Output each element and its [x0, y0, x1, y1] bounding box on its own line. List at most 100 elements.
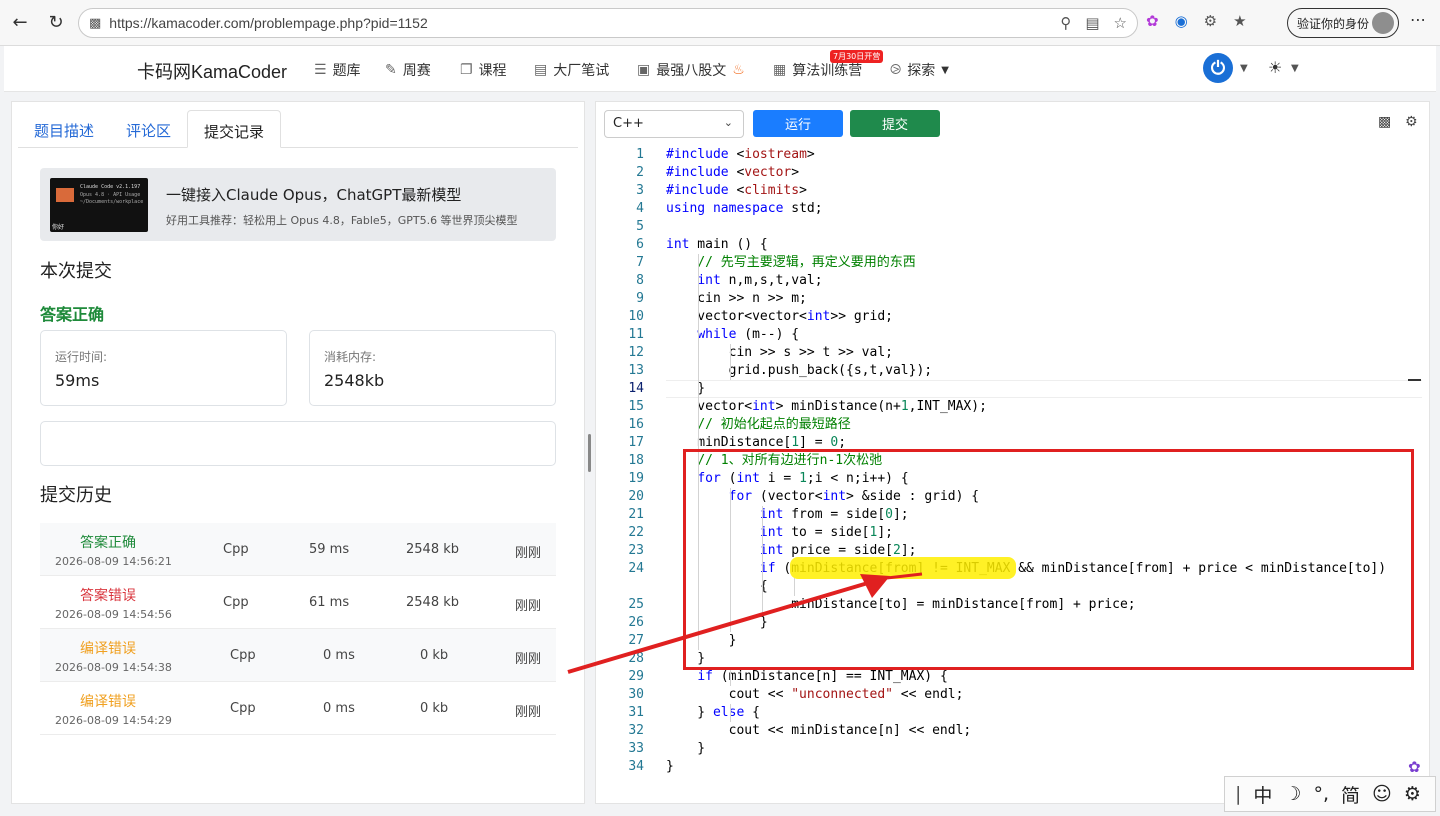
history-runtime: 59 ms	[309, 542, 350, 557]
history-status: 编译错误	[80, 694, 136, 710]
code-text: cin >> s >> t >> val;	[666, 345, 893, 360]
site-header: 卡码网KamaCoder ☰ 题库 ✎ 周赛 ❐ 课程 ▤ 大厂笔试 ▣ 最强八股文 ♨ ▦…	[4, 46, 1436, 92]
nav-courses[interactable]: ❐ 课程	[460, 60, 507, 80]
back-icon[interactable]: ←	[4, 7, 36, 39]
gear-icon[interactable]: ⚙	[1405, 114, 1418, 130]
history-row[interactable]: 编译错误 2026-08-09 14:54:38 Cpp 0 ms 0 kb 刚…	[40, 629, 556, 682]
line-number: 17	[628, 435, 644, 450]
nav-explore[interactable]: ⧁ 探索 ▼	[890, 60, 949, 80]
history-lang: Cpp	[223, 595, 249, 610]
code-text: #include <vector>	[666, 165, 800, 180]
copilot-icon[interactable]: ✿	[1146, 12, 1159, 30]
line-number: 31	[628, 705, 644, 720]
code-text: }	[666, 741, 706, 756]
code-format-icon[interactable]: ▩	[1378, 114, 1391, 130]
ime-moon-icon[interactable]: ☽	[1284, 783, 1301, 805]
thumb-text: Opus 4.8 · API Usage	[80, 192, 141, 198]
history-memory: 2548 kb	[406, 542, 459, 557]
favorite-star-icon[interactable]: ☆	[1114, 14, 1127, 32]
history-time: 2026-08-09 14:56:21	[55, 555, 172, 568]
extension-blue-icon[interactable]: ◉	[1175, 12, 1188, 30]
reader-mode-icon[interactable]: ▤	[1085, 14, 1099, 32]
language-select[interactable]: C++ ⌄	[604, 110, 744, 138]
ad-subtitle: 好用工具推荐：轻松用上 Opus 4.8，Fable5，GPT5.6 等世界顶尖…	[166, 214, 518, 227]
nav-interviews[interactable]: ▤ 大厂笔试	[534, 60, 609, 80]
ime-chinese-toggle[interactable]: 中	[1253, 781, 1272, 808]
line-number: 2	[636, 165, 644, 180]
history-status: 答案错误	[80, 588, 136, 604]
compass-icon: ⧁	[890, 62, 902, 78]
ad-title: 一键接入Claude Opus，ChatGPT最新模型	[166, 186, 462, 204]
history-row[interactable]: 答案错误 2026-08-09 14:54:56 Cpp 61 ms 2548 …	[40, 576, 556, 629]
tab-description[interactable]: 题目描述	[18, 110, 110, 148]
runtime-card: 运行时间: 59ms	[40, 330, 287, 406]
submit-button[interactable]: 提交	[850, 110, 940, 137]
ad-banner[interactable]: Claude Code v2.1.197 Opus 4.8 · API Usag…	[40, 168, 556, 241]
tab-submissions[interactable]: 提交记录	[187, 110, 282, 148]
line-number: 21	[628, 507, 644, 522]
nav-training-camp[interactable]: ▦ 算法训练营	[773, 60, 862, 80]
line-number: 14	[628, 381, 644, 396]
code-text: while (m--) {	[697, 327, 800, 342]
line-number: 32	[628, 723, 644, 738]
site-brand[interactable]: 卡码网KamaCoder	[137, 58, 287, 84]
more-menu-icon[interactable]: ⋯	[1410, 10, 1426, 29]
line-number: 7	[636, 255, 644, 270]
line-number: 3	[636, 183, 644, 198]
history-memory: 2548 kb	[406, 595, 459, 610]
ime-simplified-toggle[interactable]: 简	[1341, 781, 1360, 808]
ime-divider: |	[1235, 783, 1242, 805]
power-icon[interactable]: ⏻	[1203, 53, 1233, 83]
line-number: 19	[628, 471, 644, 486]
book-icon: ▣	[637, 62, 651, 78]
profile-button[interactable]: 验证你的身份	[1287, 8, 1399, 38]
history-when: 刚刚	[515, 705, 542, 720]
code-text: #include <climits>	[666, 183, 807, 198]
history-list: 答案正确 2026-08-09 14:56:21 Cpp 59 ms 2548 …	[40, 523, 556, 735]
nav-label: 探索	[907, 63, 936, 79]
nav-problems[interactable]: ☰ 题库	[314, 60, 361, 80]
line-number: 16	[628, 417, 644, 432]
reload-icon[interactable]: ↻	[40, 7, 72, 39]
zoom-icon[interactable]: ⚲	[1060, 14, 1071, 32]
panel-splitter-handle[interactable]	[588, 434, 591, 472]
code-text: }	[666, 759, 674, 774]
tab-comments[interactable]: 评论区	[110, 110, 187, 148]
code-text: } else {	[666, 705, 760, 720]
nav-label: 周赛	[402, 63, 431, 79]
nav-label: 算法训练营	[792, 63, 863, 79]
line-number: 8	[636, 273, 644, 288]
line-number: 5	[636, 219, 644, 234]
favorites-icon[interactable]: ★	[1233, 12, 1246, 30]
ime-emoji-icon[interactable]: ☺	[1372, 783, 1392, 805]
nav-weekly[interactable]: ✎ 周赛	[385, 60, 431, 80]
code-text: #include <iostream>	[666, 147, 815, 162]
chevron-down-icon[interactable]: ▼	[1291, 63, 1299, 74]
history-runtime: 0 ms	[323, 701, 355, 716]
copilot-float-icon[interactable]: ✿	[1408, 758, 1421, 776]
history-title: 提交历史	[40, 485, 112, 506]
history-lang: Cpp	[223, 542, 249, 557]
nav-eight-part[interactable]: ▣ 最强八股文 ♨	[637, 60, 745, 80]
list-icon: ☰	[314, 62, 327, 78]
history-status: 编译错误	[80, 641, 136, 657]
code-text: grid.push_back({s,t,val});	[666, 363, 933, 378]
chevron-down-icon[interactable]: ▼	[1240, 63, 1248, 74]
nav-label: 大厂笔试	[553, 63, 610, 79]
run-button[interactable]: 运行	[753, 110, 843, 137]
line-number: 30	[628, 687, 644, 702]
ime-settings-icon[interactable]: ⚙	[1404, 783, 1421, 805]
history-row[interactable]: 编译错误 2026-08-09 14:54:29 Cpp 0 ms 0 kb 刚…	[40, 682, 556, 735]
ime-toolbar: | 中 ☽ °, 简 ☺ ⚙	[1224, 776, 1436, 812]
ime-punct-toggle[interactable]: °,	[1313, 783, 1329, 805]
history-when: 刚刚	[515, 652, 542, 667]
current-submission-title: 本次提交	[40, 261, 112, 282]
current-line-highlight	[666, 380, 1422, 398]
address-bar[interactable]: ▩ https://kamacoder.com/problempage.php?…	[78, 8, 1138, 38]
extensions-puzzle-icon[interactable]: ⚙	[1204, 12, 1217, 30]
site-info-icon[interactable]: ▩	[89, 16, 101, 31]
ad-thumbnail: Claude Code v2.1.197 Opus 4.8 · API Usag…	[50, 178, 148, 232]
theme-sun-icon[interactable]: ☀	[1268, 58, 1282, 77]
nav-label: 课程	[478, 63, 507, 79]
history-row[interactable]: 答案正确 2026-08-09 14:56:21 Cpp 59 ms 2548 …	[40, 523, 556, 576]
